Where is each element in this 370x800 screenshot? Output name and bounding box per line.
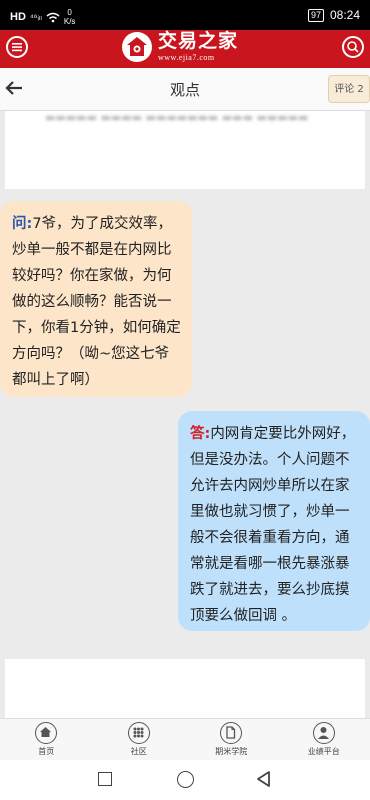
tab-label-community: 社区 [130, 747, 147, 756]
status-bar: HD ⁴⁶ᵢₗₗ 0 K/s 97 08:24 [0, 0, 370, 30]
tab-label-academy: 期米学院 [215, 747, 248, 756]
answer-text: 内网肯定要比外网好，但是没办法。个人问题不允许去内网炒单所以在家里做也就习惯了，… [190, 426, 356, 624]
system-nav-bar [0, 760, 370, 800]
network-type: HD [10, 11, 26, 23]
wifi-icon [46, 12, 60, 22]
house-logo-icon [122, 32, 152, 62]
hamburger-menu-icon[interactable] [6, 36, 28, 58]
tab-label-home: 首页 [38, 747, 55, 756]
circle-icon[interactable] [177, 771, 194, 788]
blurred-text-line: ▬▬▬▬▬ ▬▬▬▬ ▬▬▬▬▬▬▬ ▬▬▬ ▬▬▬▬▬ [45, 111, 309, 121]
academy-document-icon [220, 722, 243, 744]
previous-content-card: ▬▬▬▬▬ ▬▬▬▬ ▬▬▬▬▬▬▬ ▬▬▬ ▬▬▬▬▬ [5, 111, 365, 189]
question-text: 7爷，为了成交效率，炒单一般不都是在内网比较好吗？你在家做，为何做的这么顺畅？能… [12, 216, 181, 388]
tab-performance[interactable]: 业绩平台 [278, 719, 370, 761]
network-speed: 0 K/s [63, 8, 76, 26]
tab-home[interactable]: 首页 [0, 719, 93, 761]
next-content-card [5, 659, 365, 718]
clock: 08:24 [329, 8, 360, 22]
status-left: HD ⁴⁶ᵢₗₗ 0 K/s [10, 8, 75, 26]
tab-academy[interactable]: 期米学院 [185, 719, 278, 761]
app-header: 交易之家 www.ejia7.com [0, 30, 370, 68]
brand-url: www.ejia7.com [158, 53, 215, 62]
bottom-tab-bar: 首页 社区 期米学院 业绩平台 [0, 718, 370, 761]
home-icon [35, 722, 58, 744]
page-title: 观点 [169, 81, 200, 99]
tab-community[interactable]: 社区 [93, 719, 186, 761]
answer-bubble: 答:内网肯定要比外网好，但是没办法。个人问题不允许去内网炒单所以在家里做也就习惯… [178, 411, 370, 631]
answer-prefix: 答: [190, 426, 211, 442]
search-icon[interactable] [342, 36, 364, 58]
tab-label-performance: 业绩平台 [307, 747, 340, 756]
brand-logo[interactable]: 交易之家 www.ejia7.com [122, 32, 238, 62]
signal-icon: ⁴⁶ᵢₗₗ [29, 11, 42, 22]
square-icon[interactable] [98, 772, 112, 786]
triangle-back-icon[interactable] [255, 770, 273, 788]
brand-name: 交易之家 [158, 30, 239, 52]
comment-button[interactable]: 评论 2 [328, 75, 370, 103]
battery-icon: 97 [307, 8, 324, 22]
question-bubble: 问:7爷，为了成交效率，炒单一般不都是在内网比较好吗？你在家做，为何做的这么顺畅… [0, 201, 192, 397]
community-grid-icon [127, 722, 150, 744]
question-prefix: 问: [12, 216, 33, 232]
article-content[interactable]: ▬▬▬▬▬ ▬▬▬▬ ▬▬▬▬▬▬▬ ▬▬▬ ▬▬▬▬▬ 问:7爷，为了成交效率… [0, 111, 370, 718]
page-navbar: 观点 评论 2 [0, 68, 370, 111]
user-icon [312, 722, 335, 744]
status-right: 97 08:24 [307, 8, 360, 22]
